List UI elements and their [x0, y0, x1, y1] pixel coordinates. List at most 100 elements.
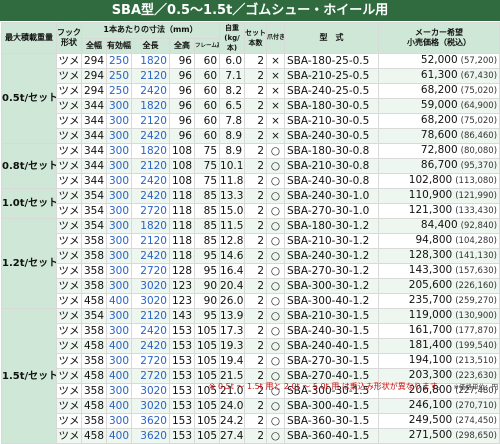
weight-cell: 17.3	[219, 323, 246, 339]
price-value: 94,800	[415, 234, 453, 247]
table-row: ツメ 358 300 2420 153 105 17.3 2 ○ SBA-240-30-1.5 16…	[2, 323, 500, 339]
price-cell: 271,500 (298,650)	[378, 428, 500, 444]
total-width-cell: 344	[81, 173, 107, 189]
height-cell: 118	[169, 203, 195, 219]
model-number-cell: SBA-180-30-0.8	[284, 143, 380, 159]
effective-width-cell: 400	[106, 338, 132, 354]
length-cell: 2420	[131, 248, 170, 264]
set-count-cell: 2	[244, 188, 268, 204]
header-set-count: セット 本数	[244, 22, 268, 54]
price-with-tax: (270,710)	[455, 401, 498, 411]
price-with-tax: (177,870)	[455, 326, 498, 336]
table-row: ツメ 344 300 2420 108 75 11.8 2 ○ SBA-240-30-0.8 102…	[2, 173, 500, 189]
price-with-tax: (226,160)	[455, 281, 498, 291]
frame-height-cell: 75	[193, 158, 221, 174]
price-cell: 84,400 (92,840)	[378, 218, 500, 234]
height-cell: 153	[169, 398, 195, 414]
price-with-tax: (130,900)	[455, 311, 498, 321]
price-value: 68,200	[420, 114, 458, 127]
rim-cell: ○	[266, 218, 286, 234]
length-cell: 1820	[131, 53, 170, 69]
weight-cell: 11.8	[219, 173, 246, 189]
set-count-cell: 2	[244, 293, 268, 309]
hook-shape-cell: ツメ	[56, 218, 82, 234]
length-cell: 3620	[131, 428, 170, 444]
total-width-cell: 354	[81, 188, 107, 204]
set-count-cell: 2	[244, 98, 268, 114]
rim-cell: ○	[266, 233, 286, 249]
total-width-cell: 358	[81, 278, 107, 294]
height-cell: 96	[169, 68, 195, 84]
price-cell: 102,800 (113,080)	[378, 173, 500, 189]
length-cell: 2120	[131, 308, 170, 324]
frame-height-cell: 85	[193, 188, 221, 204]
weight-cell: 7.8	[219, 113, 246, 129]
hook-shape-cell: ツメ	[56, 263, 82, 279]
effective-width-cell: 300	[106, 203, 132, 219]
model-number-cell: SBA-210-30-1.2	[284, 233, 380, 249]
total-width-cell: 358	[81, 263, 107, 279]
model-number-cell: SBA-180-30-0.5	[284, 98, 380, 114]
rim-cell: ×	[266, 128, 286, 144]
length-cell: 2420	[131, 188, 170, 204]
price-with-tax: (75,020)	[460, 116, 498, 126]
rim-cell: ○	[266, 173, 286, 189]
price-with-tax: (121,990)	[455, 191, 498, 201]
rim-cell: ○	[266, 428, 286, 444]
header-price: メーカー希望 小売価格（税込）	[378, 22, 500, 54]
height-cell: 96	[169, 83, 195, 99]
effective-width-cell: 250	[106, 53, 132, 69]
weight-cell: 13.9	[219, 308, 246, 324]
length-cell: 2420	[131, 128, 170, 144]
header-height: 全高	[169, 37, 195, 54]
header-effective-width: 有効幅	[106, 37, 132, 54]
frame-height-cell: 75	[193, 143, 221, 159]
length-cell: 1820	[131, 218, 170, 234]
price-value: 203,300	[408, 369, 453, 382]
total-width-cell: 458	[81, 428, 107, 444]
price-with-tax: (199,540)	[455, 341, 498, 351]
rim-cell: ○	[266, 158, 286, 174]
hook-shape-cell: ツメ	[56, 353, 82, 369]
price-with-tax: (298,650)	[455, 431, 498, 441]
price-cell: 86,700 (95,370)	[378, 158, 500, 174]
hook-shape-cell: ツメ	[56, 173, 82, 189]
price-cell: 161,700 (177,870)	[378, 323, 500, 339]
table-row: ツメ 344 300 1820 96 60 6.5 2 × SBA-180-30-0.5 59,00…	[2, 98, 500, 114]
frame-height-cell: 60	[193, 98, 221, 114]
set-count-cell: 2	[244, 53, 268, 69]
effective-width-cell: 300	[106, 98, 132, 114]
price-cell: 52,000 (57,200)	[378, 53, 500, 69]
price-value: 52,000	[420, 54, 458, 67]
table-row: ツメ 344 300 2420 96 60 8.9 2 × SBA-240-30-0.5 78,60…	[2, 128, 500, 144]
price-with-tax: (223,630)	[455, 371, 498, 381]
price-cell: 68,200 (75,020)	[378, 83, 500, 99]
price-with-tax: (86,460)	[460, 131, 498, 141]
model-number-cell: SBA-240-25-0.5	[284, 83, 380, 99]
price-cell: 94,800 (104,280)	[378, 233, 500, 249]
header-shape: フック 形状	[56, 22, 82, 54]
total-width-cell: 354	[81, 308, 107, 324]
length-cell: 2120	[131, 113, 170, 129]
set-count-cell: 2	[244, 203, 268, 219]
frame-height-cell: 85	[193, 203, 221, 219]
hook-shape-cell: ツメ	[56, 308, 82, 324]
frame-height-cell: 85	[193, 218, 221, 234]
set-count-cell: 2	[244, 428, 268, 444]
effective-width-cell: 300	[106, 248, 132, 264]
set-count-cell: 2	[244, 353, 268, 369]
total-width-cell: 358	[81, 323, 107, 339]
frame-height-cell: 60	[193, 68, 221, 84]
capacity-cell: 1.2t/セット	[1, 218, 57, 309]
frame-height-cell: 105	[193, 338, 221, 354]
price-cell: 205,600 (226,160)	[378, 278, 500, 294]
price-with-tax: (259,270)	[455, 296, 498, 306]
effective-width-cell: 300	[106, 158, 132, 174]
length-cell: 2120	[131, 68, 170, 84]
model-number-cell: SBA-180-30-1.2	[284, 218, 380, 234]
price-cell: 119,000 (130,900)	[378, 308, 500, 324]
set-count-cell: 2	[244, 338, 268, 354]
price-cell: 78,600 (86,460)	[378, 128, 500, 144]
height-cell: 123	[169, 293, 195, 309]
model-number-cell: SBA-360-30-1.5	[284, 413, 380, 429]
